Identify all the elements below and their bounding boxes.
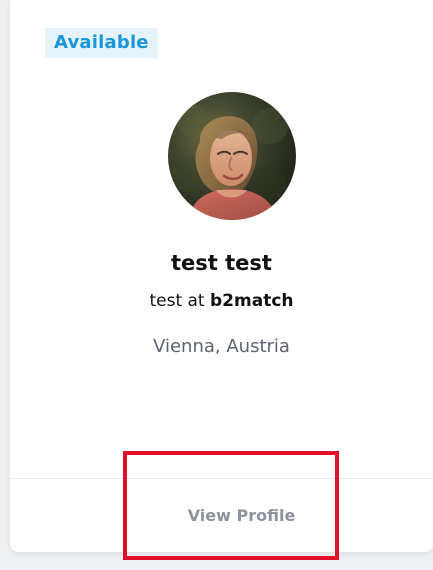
view-profile-button[interactable]: View Profile	[137, 453, 346, 552]
role-prefix: test at	[149, 291, 211, 311]
availability-badge: Available	[45, 28, 158, 58]
attendee-location: Vienna, Austria	[153, 336, 290, 357]
attendee-role: test at b2match	[10, 291, 433, 311]
avatar-image	[168, 92, 296, 220]
profile-avatar	[168, 92, 296, 220]
company-name: b2match	[210, 291, 294, 311]
profile-card: Available test test test at b2match Vien…	[10, 0, 433, 552]
profile-card-viewport: Available test test test at b2match Vien…	[0, 0, 433, 570]
attendee-name: test test	[171, 251, 272, 275]
